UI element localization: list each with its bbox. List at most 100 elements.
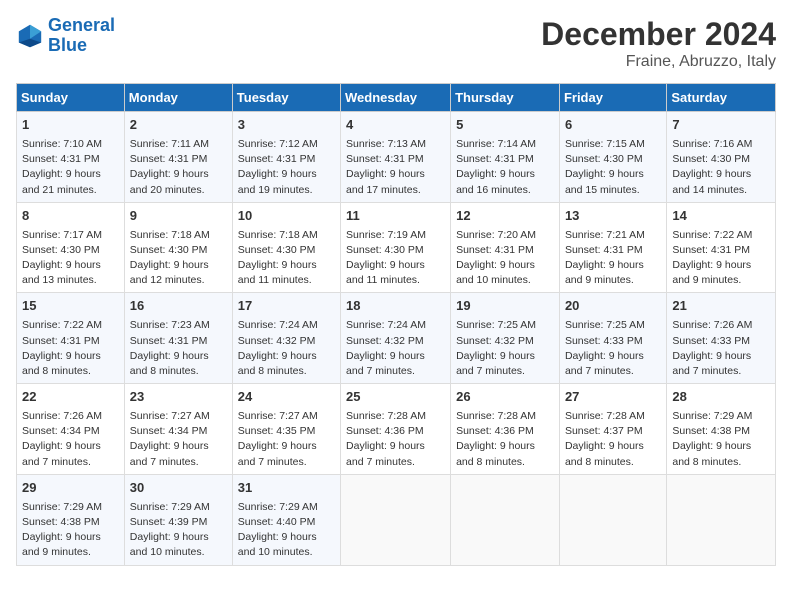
sunset-text: Sunset: 4:31 PM <box>346 152 445 167</box>
daylight-text: Daylight: 9 hours and 17 minutes. <box>346 167 445 197</box>
header-wednesday: Wednesday <box>341 84 451 112</box>
daylight-text: Daylight: 9 hours and 9 minutes. <box>565 258 661 288</box>
day-number: 16 <box>130 297 227 316</box>
sunrise-text: Sunrise: 7:26 AM <box>672 318 770 333</box>
daylight-text: Daylight: 9 hours and 7 minutes. <box>565 349 661 379</box>
sunset-text: Sunset: 4:31 PM <box>672 243 770 258</box>
logo-line2: Blue <box>48 35 87 55</box>
calendar-cell: 23Sunrise: 7:27 AMSunset: 4:34 PMDayligh… <box>124 384 232 475</box>
page-header: General Blue December 2024 Fraine, Abruz… <box>16 16 776 71</box>
day-number: 9 <box>130 207 227 226</box>
logo: General Blue <box>16 16 115 56</box>
week-row-2: 8Sunrise: 7:17 AMSunset: 4:30 PMDaylight… <box>17 202 776 293</box>
calendar-cell: 8Sunrise: 7:17 AMSunset: 4:30 PMDaylight… <box>17 202 125 293</box>
day-number: 21 <box>672 297 770 316</box>
daylight-text: Daylight: 9 hours and 7 minutes. <box>346 439 445 469</box>
sunset-text: Sunset: 4:31 PM <box>238 152 335 167</box>
calendar-cell: 14Sunrise: 7:22 AMSunset: 4:31 PMDayligh… <box>667 202 776 293</box>
calendar-cell <box>451 474 560 565</box>
day-number: 31 <box>238 479 335 498</box>
daylight-text: Daylight: 9 hours and 10 minutes. <box>238 530 335 560</box>
day-number: 15 <box>22 297 119 316</box>
sunrise-text: Sunrise: 7:13 AM <box>346 137 445 152</box>
sunrise-text: Sunrise: 7:22 AM <box>22 318 119 333</box>
logo-icon <box>16 22 44 50</box>
sunset-text: Sunset: 4:33 PM <box>672 334 770 349</box>
sunrise-text: Sunrise: 7:23 AM <box>130 318 227 333</box>
day-number: 2 <box>130 116 227 135</box>
sunrise-text: Sunrise: 7:12 AM <box>238 137 335 152</box>
sunset-text: Sunset: 4:32 PM <box>456 334 554 349</box>
sunrise-text: Sunrise: 7:28 AM <box>346 409 445 424</box>
day-number: 23 <box>130 388 227 407</box>
sunrise-text: Sunrise: 7:29 AM <box>22 500 119 515</box>
day-number: 1 <box>22 116 119 135</box>
sunrise-text: Sunrise: 7:25 AM <box>456 318 554 333</box>
sunrise-text: Sunrise: 7:18 AM <box>130 228 227 243</box>
daylight-text: Daylight: 9 hours and 12 minutes. <box>130 258 227 288</box>
day-number: 11 <box>346 207 445 226</box>
calendar-cell: 17Sunrise: 7:24 AMSunset: 4:32 PMDayligh… <box>232 293 340 384</box>
sunrise-text: Sunrise: 7:10 AM <box>22 137 119 152</box>
sunset-text: Sunset: 4:30 PM <box>238 243 335 258</box>
sunrise-text: Sunrise: 7:22 AM <box>672 228 770 243</box>
daylight-text: Daylight: 9 hours and 7 minutes. <box>130 439 227 469</box>
calendar-cell: 19Sunrise: 7:25 AMSunset: 4:32 PMDayligh… <box>451 293 560 384</box>
daylight-text: Daylight: 9 hours and 19 minutes. <box>238 167 335 197</box>
header-tuesday: Tuesday <box>232 84 340 112</box>
week-row-1: 1Sunrise: 7:10 AMSunset: 4:31 PMDaylight… <box>17 112 776 203</box>
calendar-cell: 3Sunrise: 7:12 AMSunset: 4:31 PMDaylight… <box>232 112 340 203</box>
month-title: December 2024 <box>541 16 776 53</box>
sunrise-text: Sunrise: 7:27 AM <box>238 409 335 424</box>
day-number: 30 <box>130 479 227 498</box>
daylight-text: Daylight: 9 hours and 8 minutes. <box>130 349 227 379</box>
sunrise-text: Sunrise: 7:24 AM <box>346 318 445 333</box>
calendar-cell: 26Sunrise: 7:28 AMSunset: 4:36 PMDayligh… <box>451 384 560 475</box>
calendar-cell: 24Sunrise: 7:27 AMSunset: 4:35 PMDayligh… <box>232 384 340 475</box>
day-number: 5 <box>456 116 554 135</box>
calendar-cell: 13Sunrise: 7:21 AMSunset: 4:31 PMDayligh… <box>559 202 666 293</box>
sunset-text: Sunset: 4:36 PM <box>456 424 554 439</box>
day-number: 8 <box>22 207 119 226</box>
daylight-text: Daylight: 9 hours and 13 minutes. <box>22 258 119 288</box>
day-number: 14 <box>672 207 770 226</box>
daylight-text: Daylight: 9 hours and 11 minutes. <box>346 258 445 288</box>
sunrise-text: Sunrise: 7:16 AM <box>672 137 770 152</box>
day-number: 4 <box>346 116 445 135</box>
calendar-cell: 15Sunrise: 7:22 AMSunset: 4:31 PMDayligh… <box>17 293 125 384</box>
calendar-cell: 1Sunrise: 7:10 AMSunset: 4:31 PMDaylight… <box>17 112 125 203</box>
calendar-cell: 20Sunrise: 7:25 AMSunset: 4:33 PMDayligh… <box>559 293 666 384</box>
day-number: 19 <box>456 297 554 316</box>
calendar-cell: 27Sunrise: 7:28 AMSunset: 4:37 PMDayligh… <box>559 384 666 475</box>
sunset-text: Sunset: 4:30 PM <box>130 243 227 258</box>
sunrise-text: Sunrise: 7:28 AM <box>456 409 554 424</box>
sunrise-text: Sunrise: 7:15 AM <box>565 137 661 152</box>
daylight-text: Daylight: 9 hours and 8 minutes. <box>22 349 119 379</box>
daylight-text: Daylight: 9 hours and 8 minutes. <box>565 439 661 469</box>
header-monday: Monday <box>124 84 232 112</box>
sunrise-text: Sunrise: 7:17 AM <box>22 228 119 243</box>
header-friday: Friday <box>559 84 666 112</box>
calendar-cell: 28Sunrise: 7:29 AMSunset: 4:38 PMDayligh… <box>667 384 776 475</box>
sunrise-text: Sunrise: 7:29 AM <box>130 500 227 515</box>
sunset-text: Sunset: 4:31 PM <box>130 334 227 349</box>
day-number: 17 <box>238 297 335 316</box>
daylight-text: Daylight: 9 hours and 16 minutes. <box>456 167 554 197</box>
daylight-text: Daylight: 9 hours and 15 minutes. <box>565 167 661 197</box>
location: Fraine, Abruzzo, Italy <box>541 53 776 71</box>
day-number: 27 <box>565 388 661 407</box>
sunrise-text: Sunrise: 7:18 AM <box>238 228 335 243</box>
daylight-text: Daylight: 9 hours and 7 minutes. <box>238 439 335 469</box>
day-number: 22 <box>22 388 119 407</box>
calendar-cell: 22Sunrise: 7:26 AMSunset: 4:34 PMDayligh… <box>17 384 125 475</box>
calendar-cell: 4 Sunrise: 7:13 AMSunset: 4:31 PMDaylight… <box>341 112 451 203</box>
sunrise-text: Sunrise: 7:29 AM <box>672 409 770 424</box>
calendar-cell: 11Sunrise: 7:19 AMSunset: 4:30 PMDayligh… <box>341 202 451 293</box>
day-number: 12 <box>456 207 554 226</box>
day-number: 10 <box>238 207 335 226</box>
sunrise-text: Sunrise: 7:27 AM <box>130 409 227 424</box>
sunset-text: Sunset: 4:30 PM <box>565 152 661 167</box>
calendar-cell: 18Sunrise: 7:24 AMSunset: 4:32 PMDayligh… <box>341 293 451 384</box>
sunset-text: Sunset: 4:30 PM <box>346 243 445 258</box>
sunrise-text: Sunrise: 7:25 AM <box>565 318 661 333</box>
